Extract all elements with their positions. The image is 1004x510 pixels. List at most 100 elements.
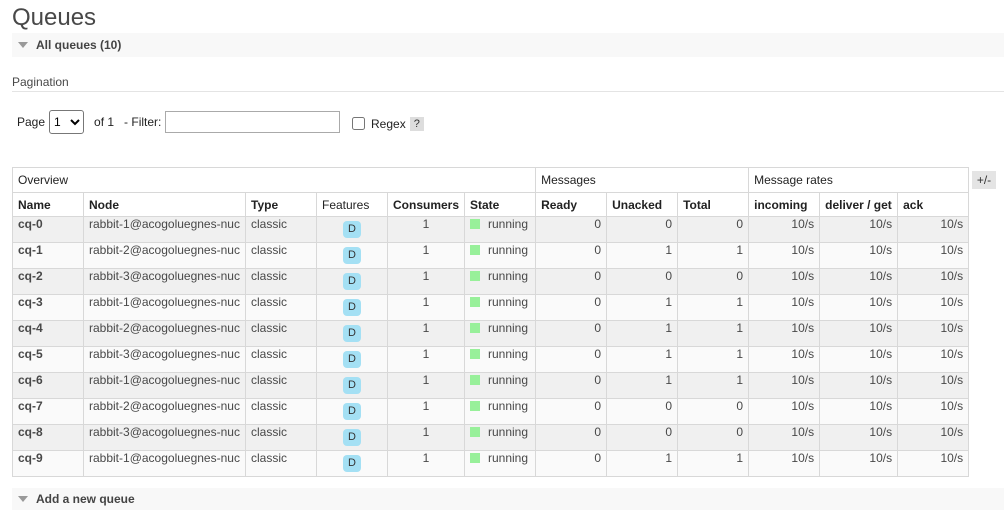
filter-input[interactable] xyxy=(165,111,341,133)
queue-node: rabbit-1@acogoluegnes-nuc xyxy=(83,450,246,477)
queue-state-label: running xyxy=(488,347,529,362)
queue-consumers: 1 xyxy=(387,424,465,451)
status-square-icon xyxy=(470,245,480,255)
table-row: cq-9 rabbit-1@acogoluegnes-nuc classic D 1 ru… xyxy=(12,450,970,477)
regex-label: Regex xyxy=(371,117,406,131)
queue-type: classic xyxy=(245,294,317,321)
queue-type: classic xyxy=(245,346,317,373)
messages-total: 1 xyxy=(677,294,750,321)
column-header-incoming[interactable]: incoming xyxy=(748,192,821,217)
column-header-node[interactable]: Node xyxy=(83,192,246,217)
durable-badge: D xyxy=(343,299,361,316)
rate-deliver-get: 10/s xyxy=(819,424,899,451)
messages-unacked: 0 xyxy=(606,216,679,243)
table-row: cq-4 rabbit-2@acogoluegnes-nuc classic D 1 ru… xyxy=(12,320,970,347)
column-header-consumers[interactable]: Consumers xyxy=(387,192,465,217)
triangle-down-icon xyxy=(18,496,28,502)
rate-incoming: 10/s xyxy=(748,268,821,295)
messages-unacked: 1 xyxy=(606,372,679,399)
messages-unacked: 1 xyxy=(606,346,679,373)
rate-deliver-get: 10/s xyxy=(819,372,899,399)
queue-consumers: 1 xyxy=(387,398,465,425)
status-square-icon xyxy=(470,401,480,411)
queue-state-label: running xyxy=(488,243,529,258)
queue-type: classic xyxy=(245,424,317,451)
rate-incoming: 10/s xyxy=(748,372,821,399)
rate-incoming: 10/s xyxy=(748,450,821,477)
column-header-ready[interactable]: Ready xyxy=(535,192,608,217)
rate-incoming: 10/s xyxy=(748,216,821,243)
table-row: cq-5 rabbit-3@acogoluegnes-nuc classic D 1 ru… xyxy=(12,346,970,373)
queue-name-link[interactable]: cq-8 xyxy=(12,424,84,451)
all-queues-section-toggle[interactable]: All queues (10) xyxy=(12,33,1004,57)
table-row: cq-8 rabbit-3@acogoluegnes-nuc classic D 1 ru… xyxy=(12,424,970,451)
rate-ack: 10/s xyxy=(897,450,970,477)
filter-label: - Filter: xyxy=(124,115,162,129)
messages-ready: 0 xyxy=(535,424,608,451)
queue-state: running xyxy=(463,372,537,399)
column-header-unacked[interactable]: Unacked xyxy=(606,192,679,217)
queue-node: rabbit-3@acogoluegnes-nuc xyxy=(83,346,246,373)
queue-state: running xyxy=(463,268,537,295)
queue-state-label: running xyxy=(488,321,529,336)
column-header-ack[interactable]: ack xyxy=(897,192,970,217)
add-queue-label: Add a new queue xyxy=(36,492,135,506)
rate-incoming: 10/s xyxy=(748,294,821,321)
regex-help-button[interactable]: ? xyxy=(409,117,424,131)
queue-name-link[interactable]: cq-5 xyxy=(12,346,84,373)
table-row: cq-6 rabbit-1@acogoluegnes-nuc classic D 1 ru… xyxy=(12,372,970,399)
page-select[interactable]: 1 xyxy=(49,110,85,134)
messages-unacked: 1 xyxy=(606,450,679,477)
queue-name-link[interactable]: cq-2 xyxy=(12,268,84,295)
queue-name-link[interactable]: cq-3 xyxy=(12,294,84,321)
queue-name-link[interactable]: cq-1 xyxy=(12,242,84,269)
queue-features: D xyxy=(316,398,388,425)
queue-type: classic xyxy=(245,242,317,269)
queue-name-link[interactable]: cq-6 xyxy=(12,372,84,399)
queue-state: running xyxy=(463,216,537,243)
messages-ready: 0 xyxy=(535,320,608,347)
rate-deliver-get: 10/s xyxy=(819,242,899,269)
durable-badge: D xyxy=(343,325,361,342)
rate-ack: 10/s xyxy=(897,398,970,425)
queue-node: rabbit-3@acogoluegnes-nuc xyxy=(83,424,246,451)
column-header-name[interactable]: Name xyxy=(12,192,84,217)
messages-total: 1 xyxy=(677,372,750,399)
messages-ready: 0 xyxy=(535,268,608,295)
queue-name-link[interactable]: cq-4 xyxy=(12,320,84,347)
rate-incoming: 10/s xyxy=(748,320,821,347)
queue-consumers: 1 xyxy=(387,242,465,269)
queue-features: D xyxy=(316,320,388,347)
column-header-deliver-get[interactable]: deliver / get xyxy=(819,192,899,217)
column-header-state[interactable]: State xyxy=(463,192,537,217)
column-header-total[interactable]: Total xyxy=(677,192,750,217)
queue-features: D xyxy=(316,450,388,477)
rate-ack: 10/s xyxy=(897,242,970,269)
durable-badge: D xyxy=(343,273,361,290)
queue-type: classic xyxy=(245,450,317,477)
durable-badge: D xyxy=(343,455,361,472)
queue-features: D xyxy=(316,346,388,373)
queue-state-label: running xyxy=(488,399,529,414)
messages-unacked: 0 xyxy=(606,398,679,425)
rate-deliver-get: 10/s xyxy=(819,320,899,347)
messages-total: 0 xyxy=(677,216,750,243)
queue-state: running xyxy=(463,424,537,451)
queue-state-label: running xyxy=(488,373,529,388)
queue-name-link[interactable]: cq-9 xyxy=(12,450,84,477)
column-toggle-button[interactable]: +/- xyxy=(972,171,996,189)
messages-unacked: 1 xyxy=(606,294,679,321)
messages-total: 0 xyxy=(677,268,750,295)
regex-checkbox[interactable] xyxy=(352,116,365,130)
status-square-icon xyxy=(470,219,480,229)
messages-unacked: 0 xyxy=(606,268,679,295)
queue-node: rabbit-1@acogoluegnes-nuc xyxy=(83,294,246,321)
column-header-type[interactable]: Type xyxy=(245,192,317,217)
queue-name-link[interactable]: cq-0 xyxy=(12,216,84,243)
queue-name-link[interactable]: cq-7 xyxy=(12,398,84,425)
rate-ack: 10/s xyxy=(897,372,970,399)
queue-node: rabbit-1@acogoluegnes-nuc xyxy=(83,216,246,243)
messages-ready: 0 xyxy=(535,242,608,269)
queue-state-label: running xyxy=(488,451,529,466)
page-label: Page xyxy=(17,115,46,129)
